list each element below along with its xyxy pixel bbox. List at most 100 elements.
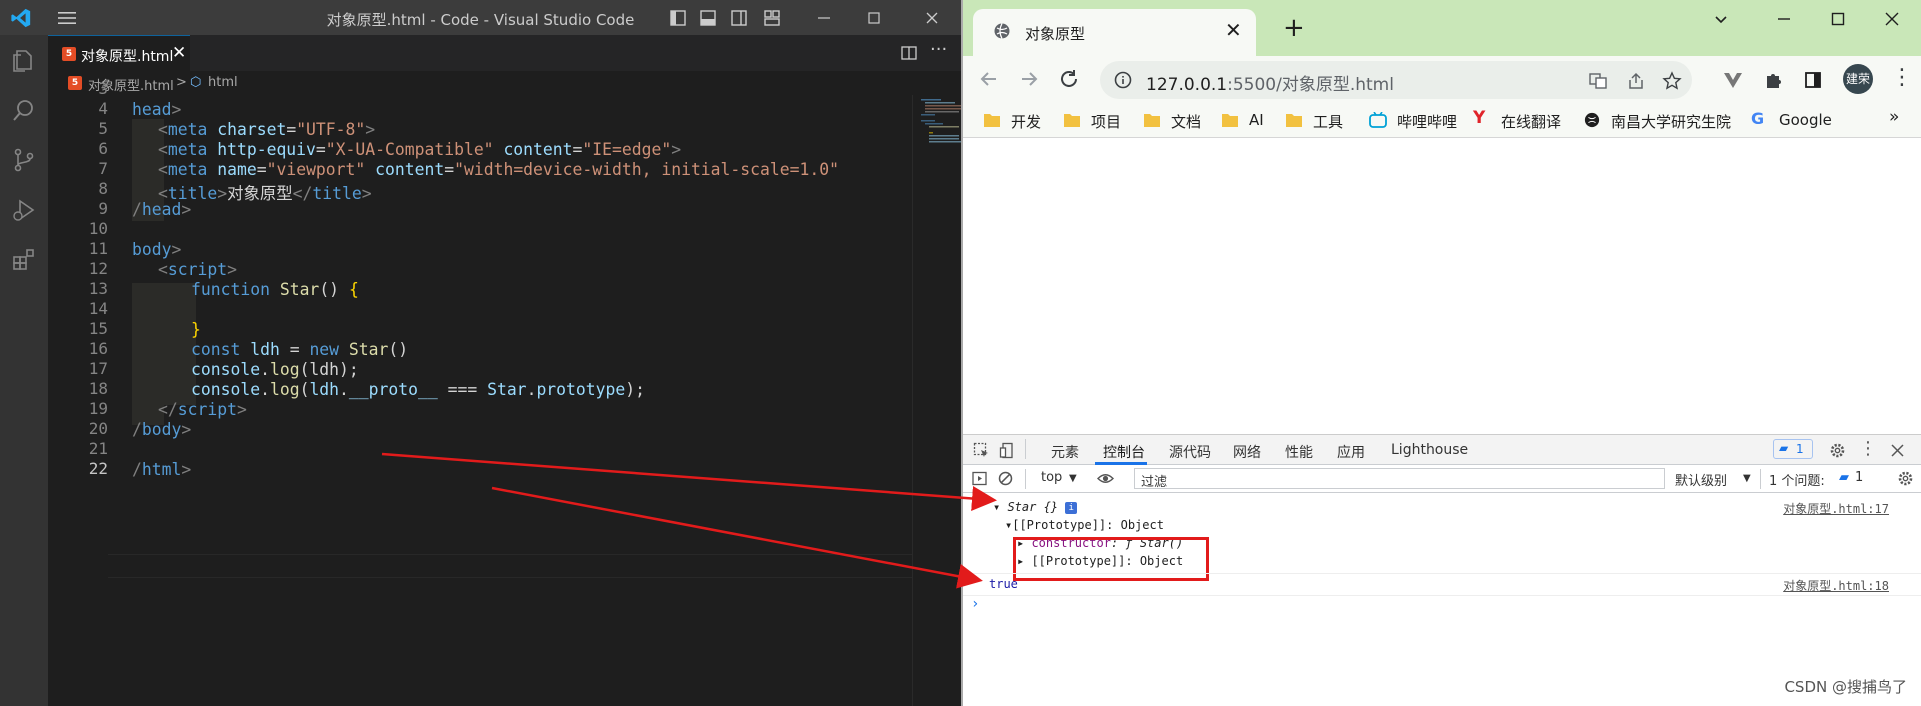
chrome-menu-icon[interactable]: ⋮ [1891, 65, 1913, 90]
extensions-puzzle-icon[interactable] [1763, 70, 1783, 90]
activity-bar [0, 35, 48, 706]
devtools-tab-network[interactable]: 网络 [1233, 442, 1261, 462]
expand-arrow-icon: ▾ [993, 500, 1008, 514]
code-line-9: /head> [132, 200, 192, 219]
tab-search-icon[interactable] [1712, 10, 1730, 28]
current-line-highlight [108, 554, 913, 578]
breadcrumb-separator: > [176, 75, 187, 90]
share-icon[interactable] [1626, 71, 1646, 91]
console-settings-gear-icon[interactable] [1897, 470, 1914, 487]
divider [1025, 439, 1026, 459]
console-filter-input[interactable]: 过滤 [1134, 468, 1665, 490]
toggle-primary-sidebar-icon[interactable] [668, 8, 688, 28]
vue-devtools-icon[interactable] [1723, 70, 1743, 90]
source-control-icon[interactable] [11, 147, 37, 173]
line-number: 15 [88, 319, 108, 338]
console-toolbar: top ▼ 过滤 默认级别 ▼ 1 个问题: ▰ 1 [963, 465, 1921, 493]
source-link[interactable]: 对象原型.html:18 [1783, 577, 1889, 594]
close-tab-icon[interactable]: ✕ [1225, 18, 1242, 42]
side-panel-icon[interactable] [1803, 70, 1823, 90]
new-tab-button[interactable]: + [1283, 13, 1305, 43]
search-icon[interactable] [11, 97, 37, 123]
settings-gear-icon[interactable] [1829, 442, 1846, 459]
breadcrumb-symbol[interactable]: html [208, 75, 238, 90]
bookmarks-overflow-icon[interactable]: » [1889, 107, 1899, 129]
explorer-icon[interactable] [11, 47, 37, 73]
run-debug-icon[interactable] [11, 197, 37, 223]
line-number: 13 [88, 279, 108, 298]
maximize-icon[interactable] [864, 8, 884, 28]
message-icon: ▰ [1779, 441, 1789, 455]
issues-badge[interactable]: ▰ 1 [1773, 439, 1813, 459]
devtools-tab-performance[interactable]: 性能 [1285, 442, 1313, 462]
code-editor[interactable]: 3 4 5 6 7 8 9 10 11 12 13 14 15 16 17 18… [48, 79, 1009, 706]
line-number-active: 22 [88, 459, 108, 478]
console-prototype-row[interactable]: ▾[[Prototype]]: Object [1005, 518, 1164, 532]
watermark: CSDN @搜捕鸟了 [1784, 678, 1907, 696]
toggle-secondary-sidebar-icon[interactable] [729, 8, 749, 28]
split-editor-icon[interactable] [900, 44, 918, 62]
devtools-tab-application[interactable]: 应用 [1337, 442, 1365, 462]
divider [963, 595, 1921, 596]
annotation-highlight-box [1013, 537, 1209, 581]
inspect-element-icon[interactable] [973, 442, 990, 459]
devtools-menu-icon[interactable]: ⋮ [1859, 438, 1877, 459]
profile-avatar[interactable]: 建荣 [1843, 64, 1873, 94]
globe-icon [1584, 112, 1600, 128]
divider [1760, 469, 1761, 489]
log-level-selector[interactable]: 默认级别 [1675, 470, 1727, 489]
back-icon[interactable] [977, 67, 1001, 91]
vscode-titlebar: 对象原型.html - Code - Visual Studio Code [0, 0, 961, 35]
youdao-icon: Y [1473, 108, 1486, 128]
devtools-panel: 元素 控制台 源代码 网络 性能 应用 Lighthouse ▰ 1 ⋮ top … [963, 434, 1921, 706]
line-number: 14 [88, 299, 108, 318]
device-toolbar-icon[interactable] [999, 442, 1016, 459]
line-number: 8 [98, 179, 108, 198]
info-icon: i [1065, 501, 1078, 514]
line-number: 12 [88, 259, 108, 278]
editor-tab-active[interactable]: 5 对象原型.html ✕ [48, 35, 190, 71]
site-info-icon[interactable] [1114, 71, 1132, 89]
url-text[interactable]: 127.0.0.1:5500/对象原型.html [1146, 70, 1394, 95]
forward-icon[interactable] [1017, 67, 1041, 91]
close-window-icon[interactable] [922, 8, 942, 28]
bookmark-star-icon[interactable] [1662, 71, 1682, 91]
more-actions-icon[interactable]: ··· [930, 39, 947, 60]
devtools-tab-sources[interactable]: 源代码 [1169, 442, 1211, 462]
symbol-icon: ⬡ [190, 75, 202, 90]
devtools-tab-elements[interactable]: 元素 [1051, 442, 1079, 462]
reload-icon[interactable] [1057, 67, 1081, 91]
live-expression-eye-icon[interactable] [1097, 470, 1114, 487]
toggle-panel-icon[interactable] [698, 8, 718, 28]
close-devtools-icon[interactable] [1889, 442, 1906, 459]
console-log-star-object[interactable]: ▾ Star {} i [993, 500, 1078, 514]
context-selector[interactable]: top [1041, 470, 1062, 485]
line-number-gutter: 3 4 5 6 7 8 9 10 11 12 13 14 15 16 17 18… [48, 79, 108, 706]
divider [1025, 469, 1026, 489]
dropdown-arrow-icon: ▼ [1069, 473, 1077, 484]
devtools-tab-console[interactable]: 控制台 [1103, 442, 1145, 462]
show-sidebar-icon[interactable] [971, 470, 988, 487]
console-prompt[interactable]: › [971, 596, 979, 612]
customize-layout-icon[interactable] [762, 8, 782, 28]
line-number: 7 [98, 159, 108, 178]
minimize-icon[interactable] [814, 8, 834, 28]
devtools-tab-lighthouse[interactable]: Lighthouse [1391, 442, 1468, 458]
code-line-16: const ldh = new Star() [191, 340, 409, 359]
close-window-icon[interactable] [1883, 10, 1901, 28]
address-bar[interactable]: 127.0.0.1:5500/对象原型.html [1100, 61, 1692, 99]
issues-count-label[interactable]: 1 个问题: [1769, 470, 1825, 489]
minimize-icon[interactable] [1775, 10, 1793, 28]
chrome-toolbar: 127.0.0.1:5500/对象原型.html 建荣 ⋮ [963, 56, 1921, 104]
browser-tab-active[interactable]: 对象原型 ✕ [973, 9, 1256, 56]
source-link[interactable]: 对象原型.html:17 [1783, 500, 1889, 517]
close-tab-icon[interactable]: ✕ [172, 43, 186, 63]
vscode-window: 对象原型.html - Code - Visual Studio Code 5 … [0, 0, 1009, 706]
line-number: 11 [88, 239, 108, 258]
issues-count[interactable]: 1 [1855, 470, 1863, 485]
clear-console-icon[interactable] [997, 470, 1014, 487]
extensions-icon[interactable] [11, 247, 37, 273]
bookmarks-bar: 开发 项目 文档 AI 工具 哔哩哔哩 Y 在线翻译 南昌大学研究生院 G Goog… [963, 104, 1921, 138]
maximize-icon[interactable] [1829, 10, 1847, 28]
translate-icon[interactable] [1588, 71, 1608, 91]
